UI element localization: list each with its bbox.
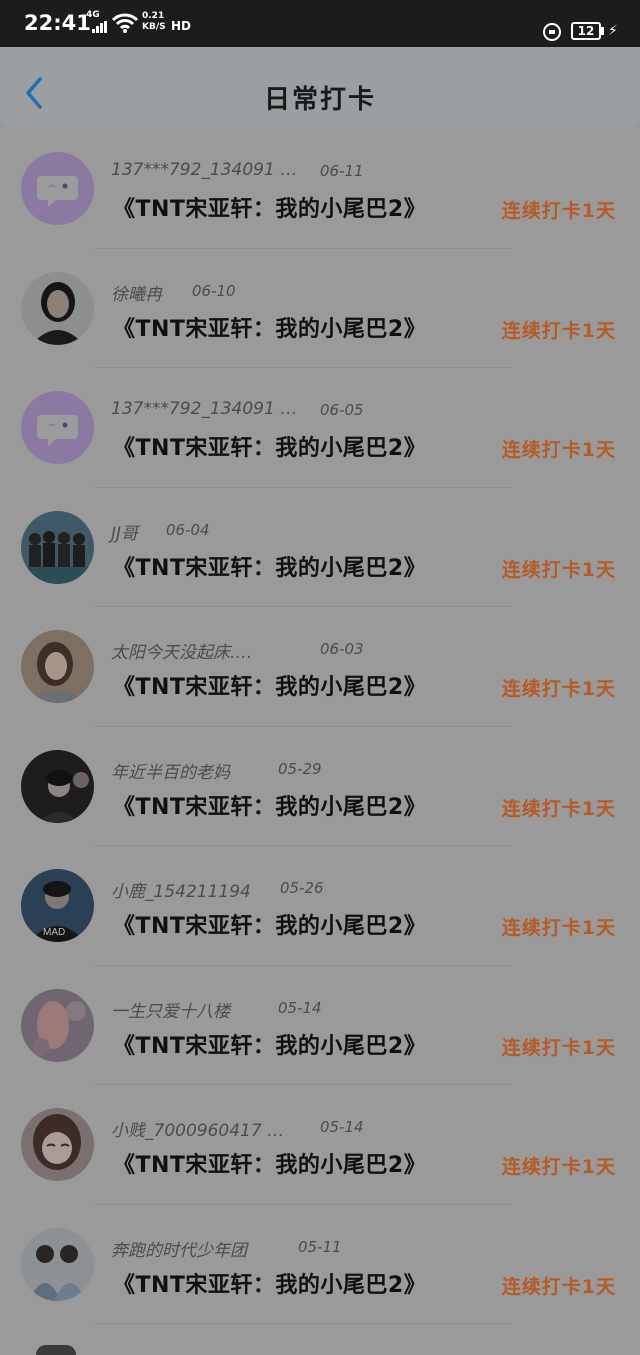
status-time: 22:41 xyxy=(24,11,91,35)
avatar xyxy=(21,988,94,1062)
book-title: 《TNT宋亚轩：我的小尾巴2》 xyxy=(113,436,427,461)
user-name: 137***792_134091 … xyxy=(111,160,298,180)
avatar xyxy=(21,749,94,823)
book-title: 《TNT宋亚轩：我的小尾巴2》 xyxy=(113,1272,427,1298)
user-photo xyxy=(21,749,94,823)
user-name: 徐曦冉 xyxy=(111,284,162,305)
avatar: MAD xyxy=(21,869,94,942)
streak-label: 连续打卡1天 xyxy=(501,439,616,461)
avatar xyxy=(21,630,94,703)
list-item[interactable]: 奔跑的时代少年团 05-11 《TNT宋亚轩：我的小尾巴2》 连续打卡1天 xyxy=(0,1205,640,1324)
cellular-signal-icon: 4G xyxy=(86,10,110,33)
book-title: 《TNT宋亚轩：我的小尾巴2》 xyxy=(113,675,427,700)
avatar xyxy=(36,1345,76,1355)
checkin-date: 05-26 xyxy=(280,879,324,897)
streak-label: 连续打卡1天 xyxy=(501,797,616,820)
streak-label: 连续打卡1天 xyxy=(501,319,616,342)
user-photo: MAD xyxy=(21,869,94,942)
list-item[interactable]: 年近半百的老妈 05-29 《TNT宋亚轩：我的小尾巴2》 连续打卡1天 xyxy=(0,727,640,846)
avatar xyxy=(21,391,94,464)
checkin-date: 05-14 xyxy=(278,998,322,1017)
battery-icon: 12 xyxy=(571,22,601,40)
checkin-date: 06-05 xyxy=(320,401,364,419)
streak-label: 连续打卡1天 xyxy=(501,1156,616,1178)
list-item[interactable]: 小贱_7000960417 … 05-14 《TNT宋亚轩：我的小尾巴2》 连续… xyxy=(0,1085,640,1205)
book-title: 《TNT宋亚轩：我的小尾巴2》 xyxy=(113,197,427,222)
streak-label: 连续打卡1天 xyxy=(501,1036,616,1059)
user-photo xyxy=(21,271,94,345)
page-title: 日常打卡 xyxy=(263,85,376,115)
checkin-date: 06-03 xyxy=(320,640,364,658)
battery-tip xyxy=(601,27,604,35)
book-title: 《TNT宋亚轩：我的小尾巴2》 xyxy=(113,1153,427,1178)
speed-value: 0.21 xyxy=(142,11,165,21)
user-photo xyxy=(21,1108,94,1181)
list-item[interactable]: JJ哥 06-04 《TNT宋亚轩：我的小尾巴2》 连续打卡1天 xyxy=(0,488,640,607)
list-item[interactable]: MAD 小鹿_154211194 05-26 《TNT宋亚轩：我的小尾巴2》 连… xyxy=(0,846,640,966)
avatar xyxy=(21,1108,94,1181)
list-item[interactable]: 137***792_134091 … 06-11 《TNT宋亚轩：我的小尾巴2》… xyxy=(0,129,640,249)
checkin-date: 05-29 xyxy=(278,759,322,778)
avatar xyxy=(21,1227,94,1301)
chat-bubble-icon xyxy=(21,391,94,464)
book-title: 《TNT宋亚轩：我的小尾巴2》 xyxy=(113,555,427,581)
user-name: 一生只爱十八楼 xyxy=(111,1001,230,1022)
user-name: 小贱_7000960417 … xyxy=(111,1121,285,1141)
streak-label: 连续打卡1天 xyxy=(501,678,616,700)
header: 日常打卡 xyxy=(0,47,640,129)
list-item[interactable]: 137***792_134091 … 06-05 《TNT宋亚轩：我的小尾巴2》… xyxy=(0,368,640,488)
user-name: 年近半百的老妈 xyxy=(111,762,230,783)
user-name: 太阳今天没起床.… xyxy=(111,643,253,663)
user-name: 小鹿_154211194 xyxy=(111,882,251,902)
svg-text:MAD: MAD xyxy=(43,927,65,938)
charging-icon: ⚡ xyxy=(608,23,618,39)
user-name: 奔跑的时代少年团 xyxy=(111,1240,247,1261)
group-photo xyxy=(21,510,94,584)
checkin-date: 05-14 xyxy=(320,1118,364,1136)
network-type: 4G xyxy=(86,10,100,20)
checkin-list: 137***792_134091 … 06-11 《TNT宋亚轩：我的小尾巴2》… xyxy=(0,129,640,1324)
book-title: 《TNT宋亚轩：我的小尾巴2》 xyxy=(113,1033,427,1059)
speed-unit: KB/S xyxy=(142,22,166,32)
checkin-date: 06-10 xyxy=(192,281,236,300)
network-speed: 0.21 KB/S xyxy=(142,11,166,33)
status-bar: 22:41 4G 0.21 KB/S HD 12 ⚡ xyxy=(0,0,640,47)
rotation-lock-icon xyxy=(543,23,561,41)
avatar xyxy=(21,271,94,345)
list-item[interactable]: 徐曦冉 06-10 《TNT宋亚轩：我的小尾巴2》 连续打卡1天 xyxy=(0,249,640,368)
user-photo xyxy=(21,630,94,703)
checkin-date: 05-11 xyxy=(298,1237,342,1256)
book-title: 《TNT宋亚轩：我的小尾巴2》 xyxy=(113,316,427,342)
streak-label: 连续打卡1天 xyxy=(501,200,616,222)
streak-label: 连续打卡1天 xyxy=(501,917,616,939)
book-title: 《TNT宋亚轩：我的小尾巴2》 xyxy=(113,914,427,939)
list-item[interactable]: 一生只爱十八楼 05-14 《TNT宋亚轩：我的小尾巴2》 连续打卡1天 xyxy=(0,966,640,1085)
checkin-date: 06-11 xyxy=(320,162,364,180)
streak-label: 连续打卡1天 xyxy=(501,558,616,581)
user-photo xyxy=(21,988,94,1062)
wifi-icon xyxy=(112,13,138,33)
user-name: 137***792_134091 … xyxy=(111,399,298,419)
user-name: JJ哥 xyxy=(111,523,139,544)
checkin-date: 06-04 xyxy=(166,520,210,539)
avatar xyxy=(21,152,94,225)
user-photo xyxy=(21,1227,94,1301)
streak-label: 连续打卡1天 xyxy=(501,1275,616,1298)
chat-bubble-icon xyxy=(21,152,94,225)
book-title: 《TNT宋亚轩：我的小尾巴2》 xyxy=(113,794,427,820)
divider xyxy=(94,1323,512,1324)
avatar xyxy=(21,510,94,584)
hd-indicator: HD xyxy=(171,19,192,33)
list-item[interactable]: 太阳今天没起床.… 06-03 《TNT宋亚轩：我的小尾巴2》 连续打卡1天 xyxy=(0,607,640,727)
